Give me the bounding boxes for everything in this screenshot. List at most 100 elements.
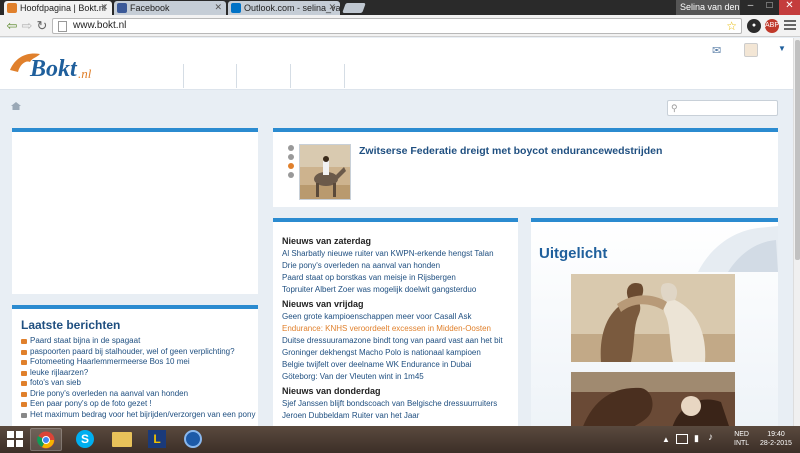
browser-tab-strip: Hoofdpagina | Bokt.nl ✕ Facebook ✕ Outlo… <box>0 0 800 15</box>
page-scrollbar[interactable] <box>793 38 800 426</box>
logo-text: Bokt <box>30 56 77 82</box>
page-icon <box>58 21 67 32</box>
adblock-icon[interactable]: ABP <box>765 19 779 33</box>
list-item[interactable]: Fotomeeting Haarlemmermeerse Bos 10 mei <box>21 357 255 368</box>
horse-portrait-image[interactable] <box>571 372 735 432</box>
feature-headline[interactable]: Zwitserse Federatie dreigt met boycot en… <box>359 145 662 157</box>
volume-icon[interactable]: ♪ <box>708 433 713 443</box>
chrome-icon[interactable] <box>30 428 62 451</box>
carousel-dot-active[interactable] <box>288 163 294 169</box>
clock[interactable]: 19:40 28-2-2015 <box>756 430 796 448</box>
news-item[interactable]: Al Sharbatly nieuwe ruiter van KWPN-erke… <box>282 249 494 258</box>
bokt-logo[interactable]: Bokt .nl <box>8 46 118 86</box>
maximize-button[interactable]: □ <box>760 0 779 15</box>
monitor-icon[interactable] <box>676 434 688 444</box>
list-item[interactable]: paspoorten paard bij stalhouder, wel of … <box>21 347 255 358</box>
keyboard-layout: INTL <box>734 440 750 447</box>
feature-image[interactable] <box>299 144 351 200</box>
news-item[interactable]: Paard staat op borstkas van meisje in Ri… <box>282 273 456 282</box>
avatar[interactable] <box>744 43 758 57</box>
media-icon[interactable] <box>178 428 210 451</box>
news-item[interactable]: Belgie twijfelt over deelname WK Enduran… <box>282 360 471 369</box>
nav-divider <box>183 64 184 88</box>
app-l-icon[interactable]: L <box>142 428 174 451</box>
carousel-dot[interactable] <box>288 172 294 178</box>
news-item[interactable]: Sjef Janssen blijft bondscoach van Belgi… <box>282 399 497 408</box>
horse-header-image <box>698 226 778 272</box>
new-tab-button[interactable] <box>342 3 366 13</box>
news-item[interactable]: Groninger dekhengst Macho Polo is nation… <box>282 348 481 357</box>
uitgelicht-title: Uitgelicht <box>539 245 608 262</box>
carousel-dot[interactable] <box>288 154 294 160</box>
list-item[interactable]: Drie pony's overleden na aanval van hond… <box>21 389 255 400</box>
close-tab-icon[interactable]: ✕ <box>328 2 336 13</box>
tab-title: Facebook <box>130 3 170 13</box>
tab-title: Outlook.com - selina_van... <box>244 3 340 13</box>
ad-panel <box>12 128 258 294</box>
list-item[interactable]: Een paar pony's op de foto gezet ! <box>21 399 255 410</box>
bokt-favicon-icon <box>7 3 17 13</box>
mail-icon[interactable]: ✉ <box>712 44 721 57</box>
language-code: NED <box>734 431 749 438</box>
windows-taskbar: S L ▲ ▮ ♪ NED INTL 19:40 28-2-2015 <box>0 426 800 453</box>
nav-divider <box>236 64 237 88</box>
news-panel: Nieuws van zaterdag Al Sharbatly nieuwe … <box>273 218 518 428</box>
tab-outlook[interactable]: Outlook.com - selina_van... ✕ <box>228 1 340 15</box>
home-icon[interactable] <box>11 102 21 110</box>
tab-facebook[interactable]: Facebook ✕ <box>114 1 226 15</box>
close-window-button[interactable]: ✕ <box>779 0 800 15</box>
clock-date: 28-2-2015 <box>760 440 792 447</box>
list-item[interactable]: leuke rijlaarzen? <box>21 368 255 379</box>
tab-bokt[interactable]: Hoofdpagina | Bokt.nl ✕ <box>4 1 112 15</box>
reload-icon[interactable]: ↻ <box>34 18 50 34</box>
profile-button[interactable]: Selina van den... <box>676 0 740 15</box>
close-tab-icon[interactable]: ✕ <box>214 2 222 13</box>
feature-panel: Zwitserse Federatie dreigt met boycot en… <box>273 128 778 207</box>
latest-posts-list: Paard staat bijna in de spagaat paspoort… <box>21 336 255 420</box>
clock-time: 19:40 <box>767 431 785 438</box>
nav-divider <box>290 64 291 88</box>
news-day-heading: Nieuws van zaterdag <box>282 236 372 246</box>
rss-icon[interactable]: ● <box>747 19 761 33</box>
nav-divider <box>344 64 345 88</box>
chrome-menu-icon[interactable] <box>784 19 796 31</box>
back-arrow-icon[interactable]: ⇦ <box>4 18 20 34</box>
scrollbar-thumb[interactable] <box>795 40 800 260</box>
search-icon: ⚲ <box>671 103 678 113</box>
windows-start-icon[interactable] <box>4 428 26 451</box>
forward-arrow-icon[interactable]: ⇨ <box>19 18 35 34</box>
news-day-heading: Nieuws van donderdag <box>282 386 381 396</box>
news-item-highlighted[interactable]: Endurance: KNHS veroordeelt excessen in … <box>282 324 491 333</box>
url-text: www.bokt.nl <box>73 20 127 31</box>
list-item[interactable]: Het maximum bedrag voor het bijrijden/ve… <box>21 410 255 421</box>
carousel-dots[interactable] <box>288 145 294 181</box>
horses-fighting-image[interactable] <box>571 274 735 362</box>
news-item[interactable]: Topruiter Albert Zoer was mogelijk doelw… <box>282 285 476 294</box>
site-header: Bokt .nl ✉ ▼ <box>0 38 793 90</box>
carousel-dot[interactable] <box>288 145 294 151</box>
news-item[interactable]: Geen grote kampioenschappen meer voor Ca… <box>282 312 471 321</box>
facebook-favicon-icon <box>117 3 127 13</box>
list-item[interactable]: Paard staat bijna in de spagaat <box>21 336 255 347</box>
tab-title: Hoofdpagina | Bokt.nl <box>20 3 106 13</box>
tray-overflow-icon[interactable]: ▲ <box>662 435 670 444</box>
bookmark-star-icon[interactable]: ☆ <box>726 19 737 33</box>
language-indicator[interactable]: NED INTL <box>734 430 749 448</box>
skype-icon[interactable]: S <box>70 428 102 451</box>
news-item[interactable]: Drie pony's overleden na aanval van hond… <box>282 261 440 270</box>
latest-posts-panel: Laatste berichten Paard staat bijna in d… <box>12 305 258 430</box>
news-item[interactable]: Jeroen Dubbeldam Ruiter van het Jaar <box>282 411 419 420</box>
network-icon[interactable]: ▮ <box>694 434 699 443</box>
address-bar[interactable]: www.bokt.nl ☆ <box>52 18 742 34</box>
news-item[interactable]: Göteborg: Van der Vleuten wint in 1m45 <box>282 372 424 381</box>
list-item[interactable]: foto's van sieb <box>21 378 255 389</box>
search-input[interactable]: ⚲ <box>667 100 778 116</box>
chevron-down-icon[interactable]: ▼ <box>778 44 786 53</box>
file-explorer-icon[interactable] <box>106 428 138 451</box>
latest-posts-title: Laatste berichten <box>21 318 121 332</box>
news-day-heading: Nieuws van vrijdag <box>282 299 364 309</box>
uitgelicht-panel: Uitgelicht <box>531 218 778 432</box>
minimize-button[interactable]: – <box>741 0 760 15</box>
close-tab-icon[interactable]: ✕ <box>100 2 108 13</box>
news-item[interactable]: Duitse dressuuramazone bindt tong van pa… <box>282 336 503 345</box>
